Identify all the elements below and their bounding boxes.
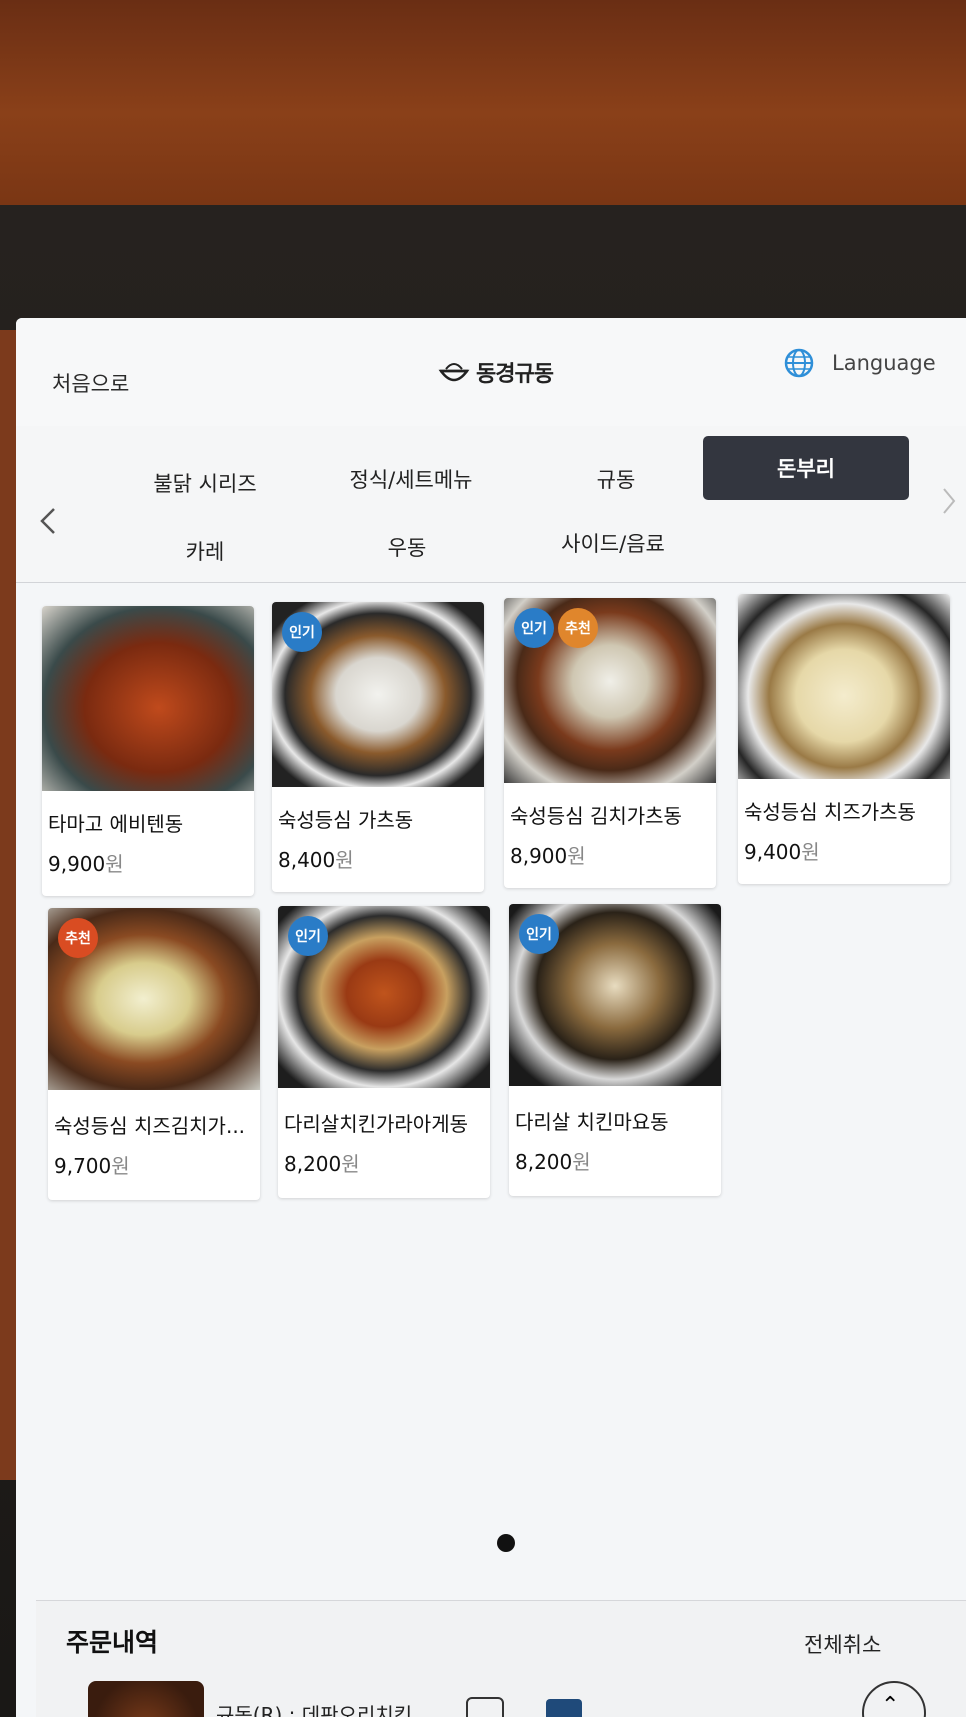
menu-price: 8,200원 [284,1152,360,1176]
language-button[interactable]: Language [784,348,936,378]
popular-badge: 인기 [288,916,328,956]
background-wall [0,0,966,205]
menu-price: 8,900원 [510,844,586,868]
order-item-name: 규동(R) : 데판오리치킨 [216,1703,413,1717]
food-image [42,606,254,791]
menu-card[interactable]: 추천 숙성등심 치즈김치가... 9,700원 [48,908,260,1200]
menu-card[interactable]: 인기 숙성등심 가츠동 8,400원 [272,602,484,892]
menu-price: 9,400원 [744,840,820,864]
menu-name: 숙성등심 김치가츠동 [510,804,682,828]
quantity-box[interactable] [546,1699,582,1717]
badge-group: 추천 [58,918,98,958]
menu-price: 8,200원 [515,1150,591,1174]
home-button[interactable]: 처음으로 [52,368,129,398]
food-image [738,594,950,779]
menu-card[interactable]: 인기 다리살치킨가라아게동 8,200원 [278,906,490,1198]
menu-name: 다리살 치킨마요동 [515,1110,669,1134]
logo-text: 동경규동 [476,362,554,387]
category-bar: 불닭 시리즈 정식/세트메뉴 규동 돈부리 카레 우동 사이드/음료 [16,426,966,583]
menu-price: 9,900원 [48,852,124,876]
menu-name: 숙성등심 가츠동 [278,808,414,832]
menu-card[interactable]: 숙성등심 치즈가츠동 9,400원 [738,594,950,884]
badge-group: 인기 [282,612,322,652]
kiosk-screen: 처음으로 동경규동 Language 불닭 시리즈 정식/세트메뉴 규동 돈부리… [16,318,966,1717]
category-tab-gyudon[interactable]: 규동 [511,448,721,510]
category-tab-side-drink[interactable]: 사이드/음료 [508,512,718,574]
order-item-checkbox[interactable] [466,1697,504,1717]
menu-name: 숙성등심 치즈김치가... [54,1114,246,1138]
bowl-icon [438,363,470,382]
badge-group: 인기 추천 [514,608,598,648]
menu-name: 타마고 에비텐동 [48,812,184,836]
menu-name: 숙성등심 치즈가츠동 [744,800,916,824]
menu-card[interactable]: 타마고 에비텐동 9,900원 [42,606,254,896]
category-tab-set-menu[interactable]: 정식/세트메뉴 [306,448,516,510]
popular-badge: 인기 [514,608,554,648]
cancel-all-button[interactable]: 전체취소 [804,1629,881,1659]
recommended-badge: 추천 [58,918,98,958]
globe-icon [784,348,814,378]
menu-card[interactable]: 인기 다리살 치킨마요동 8,200원 [509,904,721,1196]
menu-price: 8,400원 [278,848,354,872]
popular-badge: 인기 [519,914,559,954]
category-tab-udon[interactable]: 우동 [302,516,512,578]
chevron-up-icon: ⌃ [881,1693,900,1717]
top-bar: 처음으로 동경규동 Language [16,318,966,427]
category-tab-curry[interactable]: 카레 [100,520,310,582]
quantity-minus-button[interactable]: - [514,1705,522,1717]
menu-name: 다리살치킨가라아게동 [284,1112,468,1136]
badge-group: 인기 [288,916,328,956]
order-item-thumbnail [88,1681,204,1717]
menu-price: 9,700원 [54,1154,130,1178]
chevron-left-icon[interactable] [38,506,58,536]
menu-card[interactable]: 인기 추천 숙성등심 김치가츠동 8,900원 [504,598,716,888]
category-tab-buldak[interactable]: 불닭 시리즈 [100,452,310,514]
brand-logo: 동경규동 [438,356,554,388]
chevron-right-icon[interactable] [942,486,956,516]
page-indicator-dot[interactable] [497,1534,515,1552]
recommended-badge: 추천 [558,608,598,648]
popular-badge: 인기 [282,612,322,652]
order-summary-panel: 주문내역 전체취소 규동(R) : 데판오리치킨 - ⌃ [36,1600,966,1717]
language-label: Language [832,351,936,375]
badge-group: 인기 [519,914,559,954]
order-title: 주문내역 [66,1628,159,1657]
category-tab-donburi[interactable]: 돈부리 [703,436,909,500]
